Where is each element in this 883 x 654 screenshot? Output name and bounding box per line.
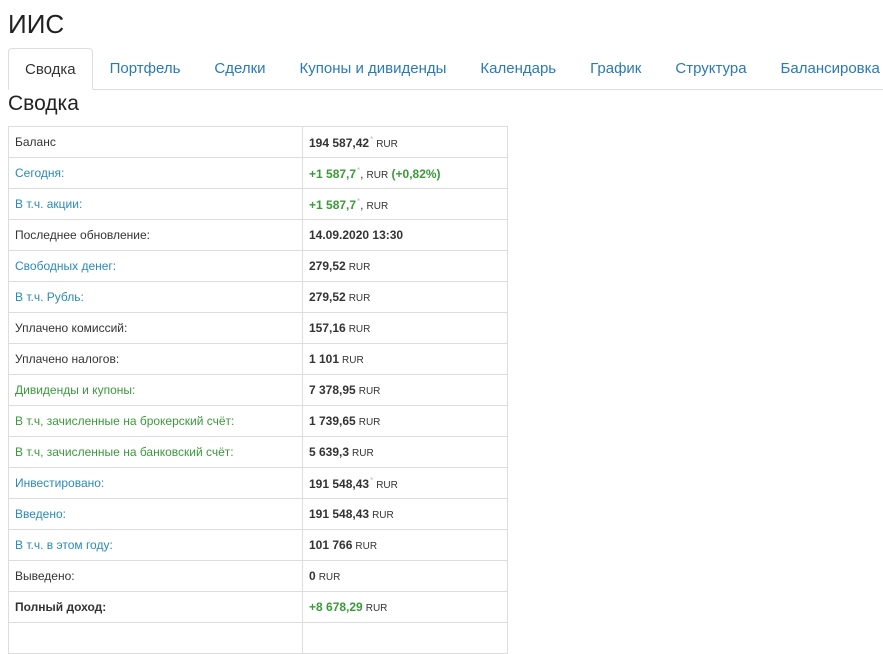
free-cash-value: 279,52 bbox=[309, 259, 346, 273]
row-label[interactable]: Введено: bbox=[8, 498, 303, 530]
table-row-rub: В т.ч. Рубль: 279,52 RUR bbox=[8, 281, 508, 313]
total-income-value: +8 678,29 bbox=[309, 600, 363, 614]
row-label: Уплачено комиссий: bbox=[8, 312, 303, 344]
tab-coupons-dividends[interactable]: Купоны и дивиденды bbox=[283, 48, 464, 88]
today-change-value: +1 587,7 bbox=[309, 166, 357, 181]
currency-label: RUR bbox=[376, 138, 398, 150]
row-value: 194 587,42* RUR bbox=[302, 126, 508, 158]
tab-summary[interactable]: Сводка bbox=[8, 48, 93, 90]
row-label[interactable]: В т.ч. акции: bbox=[8, 188, 303, 220]
tab-structure[interactable]: Структура bbox=[658, 48, 763, 88]
currency-label: RUR bbox=[372, 510, 394, 521]
bank-value: 5 639,3 bbox=[309, 445, 350, 459]
row-label[interactable]: Сегодня: bbox=[8, 157, 303, 189]
tab-rebalancing[interactable]: Балансировка bbox=[764, 48, 883, 88]
row-value: 101 766 RUR bbox=[302, 529, 508, 561]
taxes-value: 1 101 bbox=[309, 352, 340, 366]
table-row-dividends: Дивиденды и купоны: 7 378,95 RUR bbox=[8, 374, 508, 406]
table-row-deposited: Введено: 191 548,43 RUR bbox=[8, 498, 508, 530]
info-marker-icon[interactable]: * bbox=[370, 135, 373, 144]
row-label bbox=[8, 622, 303, 654]
row-label[interactable]: Дивиденды и купоны: bbox=[8, 374, 303, 406]
broker-value: 1 739,65 bbox=[309, 414, 356, 428]
row-value: 5 639,3 RUR bbox=[302, 436, 508, 468]
currency-label: RUR bbox=[348, 324, 371, 335]
currency-label: RUR bbox=[348, 262, 371, 273]
table-row-today: Сегодня: +1 587,7*, RUR (+0,82%) bbox=[8, 157, 508, 189]
table-row-taxes: Уплачено налогов: 1 101 RUR bbox=[8, 343, 508, 375]
tab-calendar[interactable]: Календарь bbox=[463, 48, 573, 88]
row-label: Баланс bbox=[8, 126, 303, 158]
table-row-stocks: В т.ч. акции: +1 587,7*, RUR bbox=[8, 188, 508, 220]
tab-deals[interactable]: Сделки bbox=[197, 48, 282, 88]
rub-value: 279,52 bbox=[309, 290, 346, 304]
row-label: Последнее обновление: bbox=[8, 219, 303, 251]
row-label[interactable]: В т.ч. в этом году: bbox=[8, 529, 303, 561]
table-row-broker: В т.ч, зачисленные на брокерский счёт: 1… bbox=[8, 405, 508, 437]
table-row-total-income: Полный доход: +8 678,29 RUR bbox=[8, 591, 508, 623]
row-value: 0 RUR bbox=[302, 560, 508, 592]
invested-value: 191 548,43 bbox=[309, 476, 370, 491]
table-row-partial bbox=[8, 622, 508, 654]
row-label: Полный доход: bbox=[8, 591, 303, 623]
balance-value: 194 587,42 bbox=[309, 135, 370, 150]
page-title: ИИС bbox=[8, 9, 65, 39]
currency-label: RUR bbox=[355, 541, 378, 552]
row-label[interactable]: Инвестировано: bbox=[8, 467, 303, 499]
row-label[interactable]: В т.ч, зачисленные на банковский счёт: bbox=[8, 436, 303, 468]
today-change-percent: (+0,82%) bbox=[391, 166, 441, 181]
row-value: 191 548,43* RUR bbox=[302, 467, 508, 499]
table-row-updated: Последнее обновление: 14.09.2020 13:30 bbox=[8, 219, 508, 251]
table-row-withdrawn: Выведено: 0 RUR bbox=[8, 560, 508, 592]
row-label: Уплачено налогов: bbox=[8, 343, 303, 375]
table-row-free-cash: Свободных денег: 279,52 RUR bbox=[8, 250, 508, 282]
row-value: 1 739,65 RUR bbox=[302, 405, 508, 437]
row-label[interactable]: В т.ч, зачисленные на брокерский счёт: bbox=[8, 405, 303, 437]
row-value: 1 101 RUR bbox=[302, 343, 508, 375]
stocks-change-value: +1 587,7 bbox=[309, 197, 357, 212]
row-value bbox=[302, 622, 508, 654]
dividends-value: 7 378,95 bbox=[309, 383, 356, 397]
summary-table: Баланс 194 587,42* RUR Сегодня: +1 587,7*… bbox=[8, 126, 508, 654]
currency-label: RUR bbox=[366, 200, 389, 212]
tab-chart[interactable]: График bbox=[573, 48, 658, 88]
currency-label: RUR bbox=[365, 603, 388, 614]
commission-value: 157,16 bbox=[309, 321, 346, 335]
this-year-value: 101 766 bbox=[309, 538, 353, 552]
row-value: +8 678,29 RUR bbox=[302, 591, 508, 623]
row-value: 14.09.2020 13:30 bbox=[302, 219, 508, 251]
withdrawn-value: 0 bbox=[309, 569, 316, 583]
currency-label: RUR bbox=[358, 417, 381, 428]
row-label: Выведено: bbox=[8, 560, 303, 592]
row-value: +1 587,7*, RUR bbox=[302, 188, 508, 220]
row-value: 191 548,43 RUR bbox=[302, 498, 508, 530]
section-title: Сводка bbox=[8, 92, 79, 115]
row-label[interactable]: Свободных денег: bbox=[8, 250, 303, 282]
info-marker-icon[interactable]: * bbox=[370, 476, 373, 485]
deposited-value: 191 548,43 bbox=[309, 507, 370, 521]
currency-label: RUR bbox=[352, 448, 374, 459]
row-value: 279,52 RUR bbox=[302, 250, 508, 282]
currency-label: RUR bbox=[318, 572, 341, 583]
row-value: 157,16 RUR bbox=[302, 312, 508, 344]
row-label[interactable]: В т.ч. Рубль: bbox=[8, 281, 303, 313]
row-value: 7 378,95 RUR bbox=[302, 374, 508, 406]
currency-label: RUR bbox=[376, 479, 398, 491]
table-row-balance: Баланс 194 587,42* RUR bbox=[8, 126, 508, 158]
currency-label: RUR bbox=[358, 386, 381, 397]
table-row-bank: В т.ч, зачисленные на банковский счёт: 5… bbox=[8, 436, 508, 468]
row-value: 279,52 RUR bbox=[302, 281, 508, 313]
currency-label: RUR bbox=[366, 169, 389, 181]
currency-label: RUR bbox=[348, 293, 371, 304]
currency-label: RUR bbox=[342, 355, 364, 366]
table-row-this-year: В т.ч. в этом году: 101 766 RUR bbox=[8, 529, 508, 561]
table-row-commission: Уплачено комиссий: 157,16 RUR bbox=[8, 312, 508, 344]
tab-portfolio[interactable]: Портфель bbox=[93, 48, 198, 88]
row-value: +1 587,7*, RUR (+0,82%) bbox=[302, 157, 508, 189]
table-row-invested: Инвестировано: 191 548,43* RUR bbox=[8, 467, 508, 499]
tab-bar: Сводка Портфель Сделки Купоны и дивиденд… bbox=[8, 48, 883, 90]
